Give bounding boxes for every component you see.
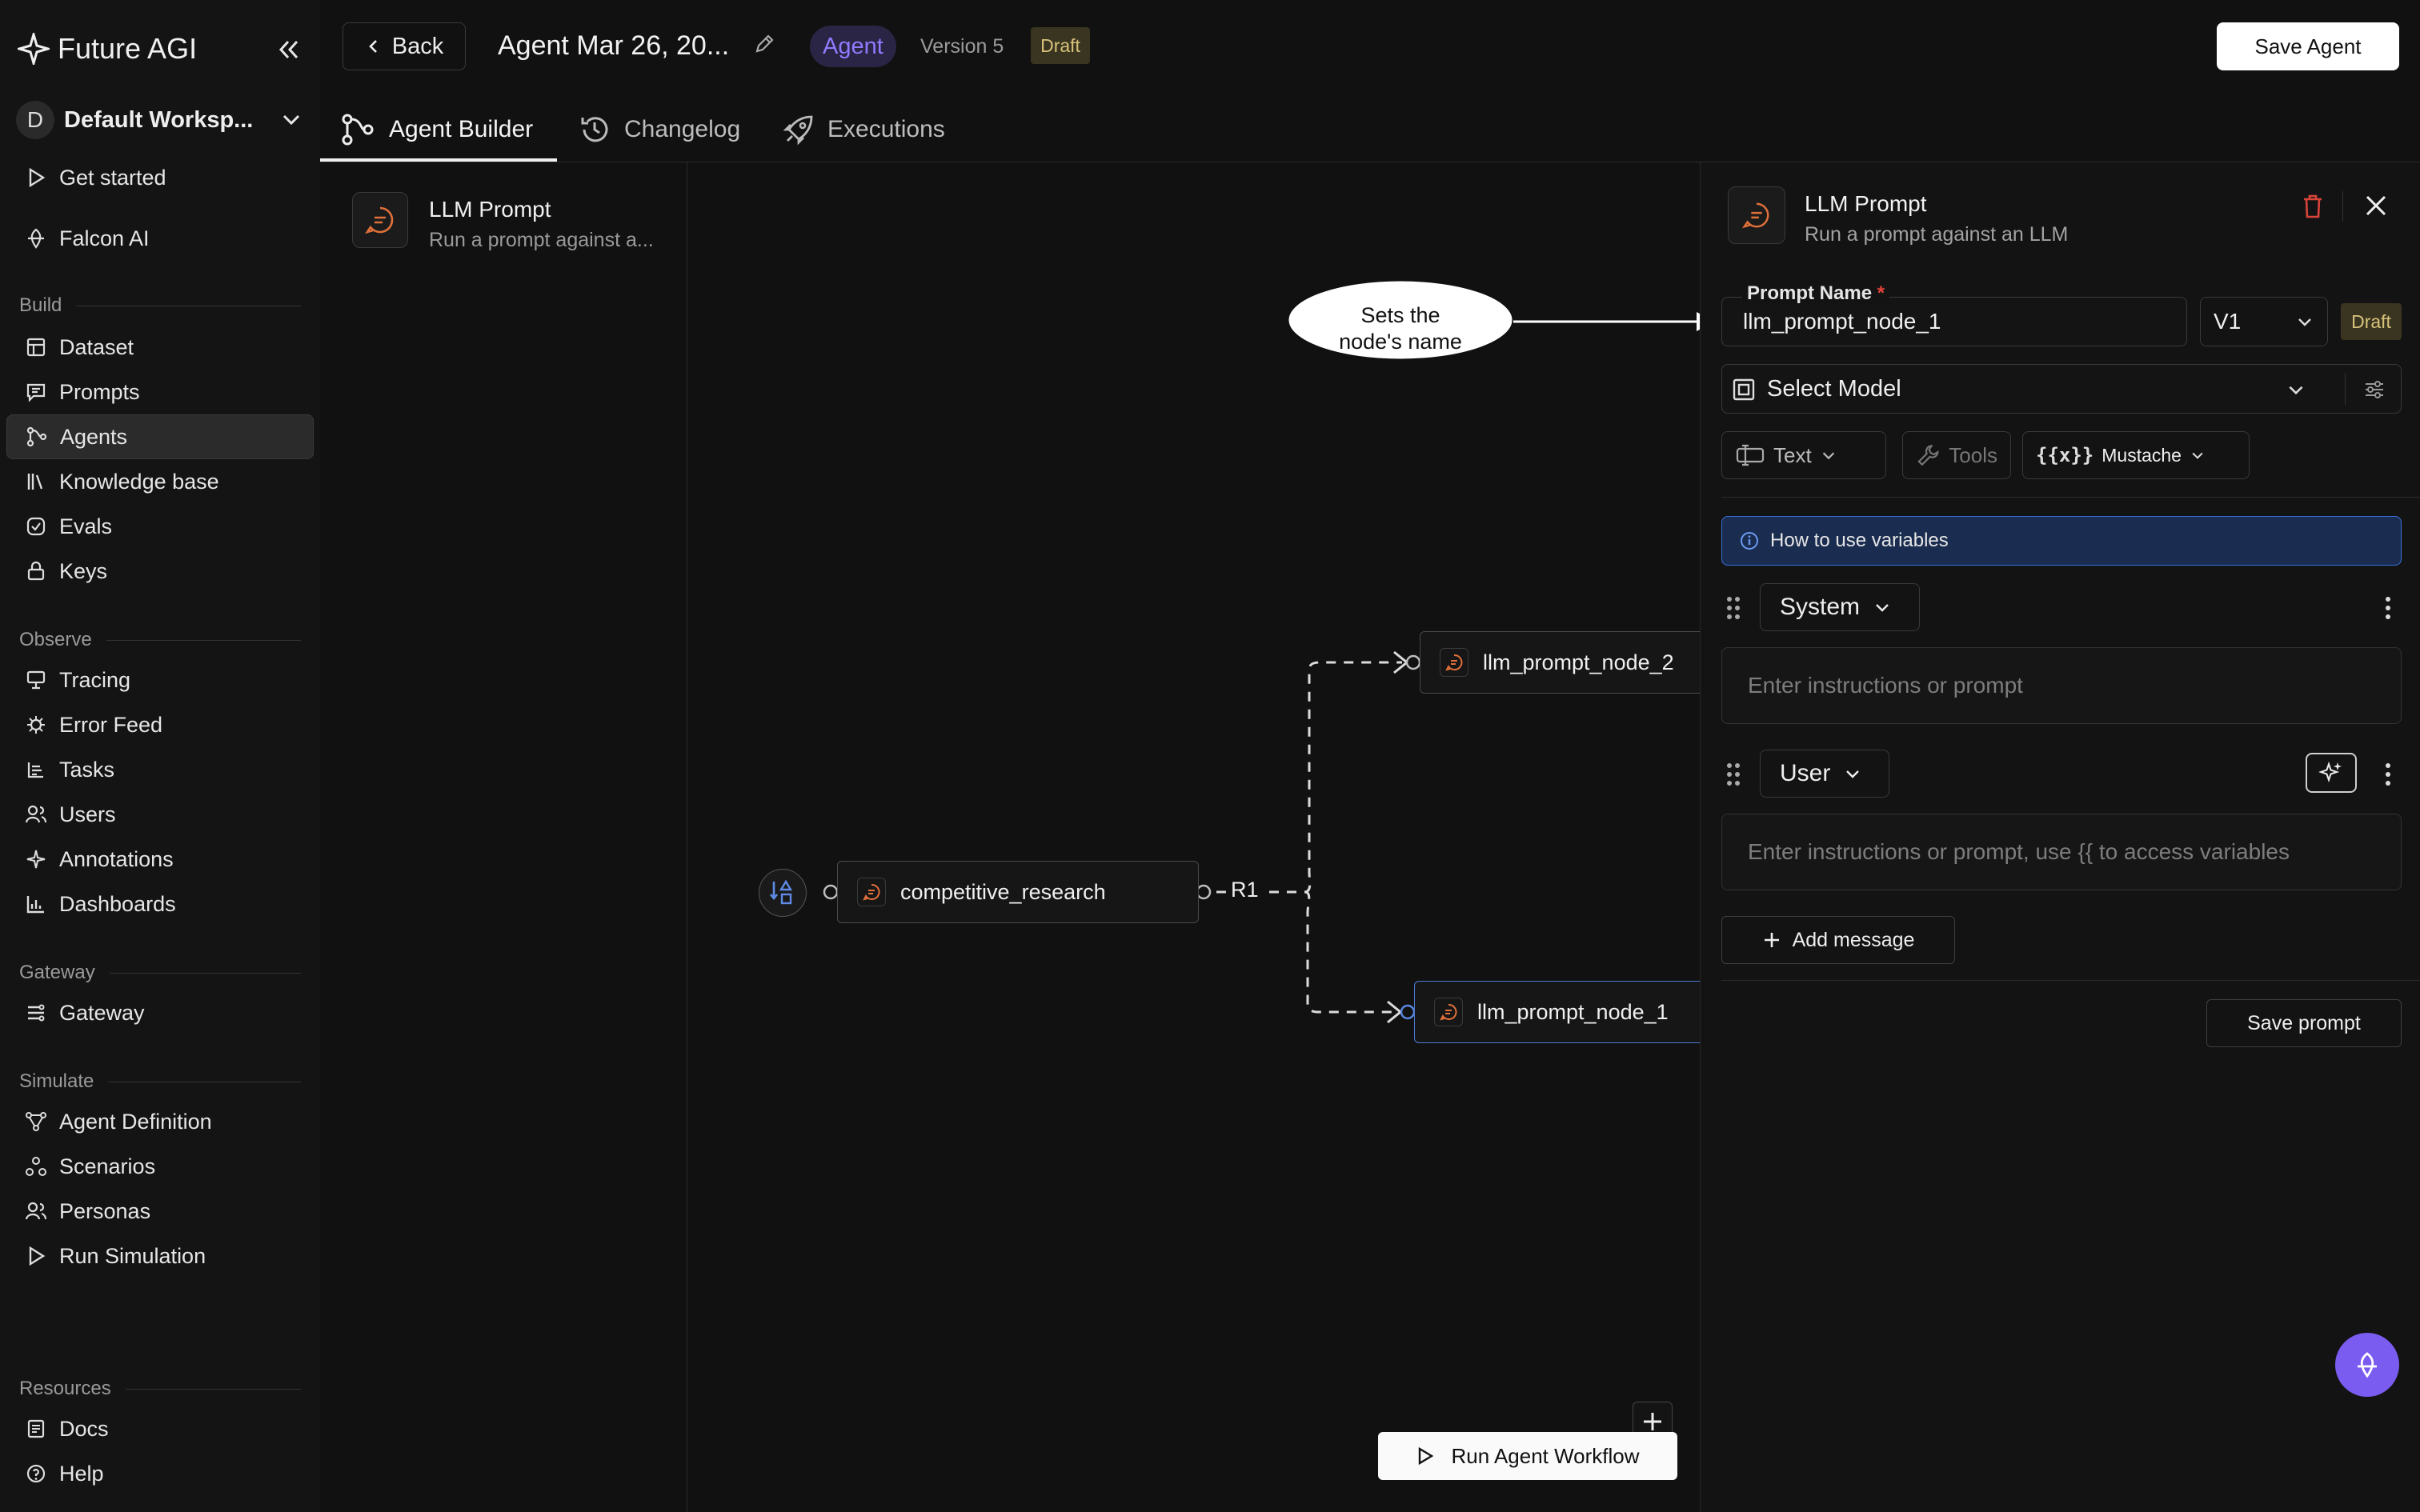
chat-bubble-icon (857, 878, 886, 906)
tools-button[interactable]: Tools (1902, 431, 2011, 479)
add-message-button[interactable]: Add message (1721, 916, 1955, 964)
wrench-icon (1917, 445, 1939, 466)
template-format-select[interactable]: {{x}} Mustache (2022, 431, 2250, 479)
edge-r1-to-node-1 (1304, 890, 1396, 1014)
header-separator (2342, 191, 2343, 222)
canvas-node-llm-prompt-node-2[interactable]: llm_prompt_node_2 (1420, 631, 1708, 694)
node-label: llm_prompt_node_1 (1477, 999, 1669, 1024)
save-agent-button[interactable]: Save Agent (2217, 22, 2399, 70)
edge-r1-to-node-2 (1269, 661, 1402, 894)
more-vertical-icon (2386, 597, 2390, 619)
chat-bubble-icon (1440, 648, 1468, 677)
chevron-down-icon (2192, 452, 2203, 459)
chevron-down-icon (1822, 452, 1834, 460)
toolbar-divider (1721, 497, 2420, 498)
version-select[interactable]: V1 (2200, 297, 2328, 346)
model-placeholder: Select Model (1767, 376, 1901, 402)
trash-icon (2304, 194, 2322, 218)
edge-label-r1[interactable]: R1 (1231, 878, 1259, 902)
port-out-source (1196, 884, 1212, 900)
chat-bubble-icon (1434, 998, 1463, 1026)
model-settings-button[interactable] (2362, 378, 2386, 402)
model-chip-icon (1733, 378, 1755, 401)
play-icon (1419, 1446, 1434, 1466)
how-to-use-variables-banner[interactable]: How to use variables (1721, 516, 2402, 566)
chat-bubble-icon (1728, 186, 1785, 244)
falcon-icon (2358, 1352, 2377, 1378)
port-in-node-2 (1405, 654, 1421, 670)
more-vertical-icon (2386, 763, 2390, 786)
start-shapes-icon (769, 879, 793, 905)
text-format-icon (1736, 444, 1765, 466)
save-prompt-button[interactable]: Save prompt (2206, 999, 2402, 1047)
plus-icon (1644, 1413, 1661, 1430)
response-format-select[interactable]: Text (1721, 431, 1886, 479)
model-separator (2345, 373, 2346, 405)
panel-subtitle: Run a prompt against an LLM (1805, 223, 2069, 246)
node-label: llm_prompt_node_2 (1483, 650, 1674, 674)
sparkle-icon (2318, 761, 2342, 783)
drag-handle-user[interactable] (1725, 761, 1742, 788)
canvas-node-llm-prompt-node-1[interactable]: llm_prompt_node_1 (1414, 981, 1708, 1043)
node-config-panel: LLM Prompt Run a prompt against an LLM P… (1700, 162, 2420, 1512)
canvas-edges (823, 278, 1700, 1024)
chevron-down-icon (1846, 770, 1860, 778)
panel-title: LLM Prompt (1805, 191, 1927, 216)
chevron-down-icon (2289, 386, 2303, 395)
run-label: Run Agent Workflow (1451, 1443, 1640, 1468)
port-in-node-1 (1400, 1004, 1416, 1020)
drag-handle-icon (1727, 763, 1740, 786)
info-icon (1741, 532, 1758, 550)
node-label: competitive_research (900, 879, 1106, 904)
start-node[interactable] (759, 869, 807, 917)
close-panel-button[interactable] (2363, 193, 2389, 218)
sliders-icon (2366, 381, 2383, 398)
prompt-draft-badge: Draft (2341, 303, 2402, 340)
plus-icon (1764, 933, 1779, 947)
port-in-source (823, 884, 839, 900)
system-message-menu-button[interactable] (2382, 594, 2394, 622)
prompt-name-input[interactable] (1743, 306, 2167, 338)
model-select[interactable]: Select Model (1721, 364, 2402, 414)
close-icon (2366, 195, 2386, 216)
drag-handle-system[interactable] (1725, 594, 1742, 622)
user-role-select[interactable]: User (1760, 750, 1889, 798)
falcon-assistant-button[interactable] (2335, 1333, 2399, 1397)
curly-braces-icon: {{x}} (2036, 444, 2094, 466)
system-prompt-input[interactable]: Enter instructions or prompt (1721, 647, 2402, 724)
actions-divider (1721, 980, 2420, 981)
system-role-select[interactable]: System (1760, 583, 1920, 631)
drag-handle-icon (1727, 597, 1740, 619)
user-prompt-input[interactable]: Enter instructions or prompt, use {{ to … (1721, 814, 2402, 890)
prompt-name-label: Prompt Name * (1742, 282, 1890, 305)
user-message-menu-button[interactable] (2382, 761, 2394, 788)
canvas-node-competitive-research[interactable]: competitive_research (837, 861, 1199, 923)
annotation-text: Sets the node's name (1339, 303, 1462, 354)
ai-improve-prompt-button[interactable] (2306, 753, 2357, 793)
chevron-down-icon (1876, 604, 1889, 612)
run-agent-workflow-button[interactable]: Run Agent Workflow (1378, 1432, 1677, 1480)
delete-node-button[interactable] (2301, 193, 2325, 220)
chevron-down-icon (2298, 318, 2311, 326)
